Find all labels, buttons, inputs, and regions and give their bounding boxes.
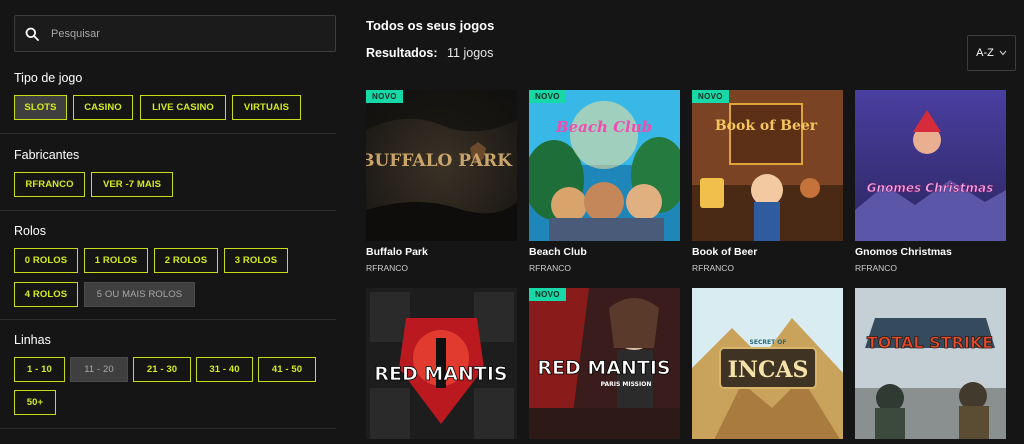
art-text: BUFFALO PARK — [366, 151, 513, 171]
filter-lines-11-20[interactable]: 11 - 20 — [70, 357, 128, 382]
filter-slots[interactable]: SLOTS — [14, 95, 67, 120]
art-text: INCAS — [728, 357, 809, 383]
art-subtext: SECRET OF — [750, 339, 787, 346]
game-thumbnail-book-of-beer[interactable]: Book of Beer NOVO — [692, 90, 843, 241]
chevron-down-icon — [999, 50, 1007, 56]
filter-1-rolos[interactable]: 1 ROLOS — [84, 248, 148, 273]
filter-0-rolos[interactable]: 0 ROLOS — [14, 248, 78, 273]
search-icon — [25, 27, 39, 41]
filter-virtuais[interactable]: VIRTUAIS — [232, 95, 301, 120]
art-text: RED MANTIS — [537, 357, 670, 379]
filter-rfranco[interactable]: RFRANCO — [14, 172, 85, 197]
art-text: TOTAL STRIKE — [867, 333, 993, 352]
reels-title: Rolos — [14, 224, 46, 238]
new-badge: NOVO — [366, 90, 403, 103]
game-title: Gnomos Christmas — [855, 246, 952, 258]
page-title: Todos os seus jogos — [366, 18, 495, 33]
game-thumbnail-secret-of-incas[interactable]: SECRET OF INCAS — [692, 288, 843, 439]
new-badge: NOVO — [692, 90, 729, 103]
filter-lines-41-50[interactable]: 41 - 50 — [258, 357, 316, 382]
search-input[interactable] — [51, 27, 301, 40]
sort-value: A-Z — [976, 47, 994, 59]
results-label: Resultados: — [366, 46, 438, 60]
new-badge: NOVO — [529, 288, 566, 301]
results-count: 11 jogos — [447, 46, 494, 60]
results-summary: Resultados: 11 jogos — [366, 46, 493, 60]
art-text: RED MANTIS — [374, 363, 507, 385]
filter-lines-50-plus[interactable]: 50+ — [14, 390, 56, 415]
filter-2-rolos[interactable]: 2 ROLOS — [154, 248, 218, 273]
art-subtext: PARIS MISSION — [601, 381, 652, 388]
sort-dropdown[interactable]: A-Z — [967, 35, 1016, 71]
game-provider: RFRANCO — [855, 263, 898, 273]
filter-5-ou-mais-rolos[interactable]: 5 OU MAIS ROLOS — [84, 282, 195, 307]
filter-ver-mais[interactable]: VER -7 MAIS — [91, 172, 173, 197]
search-box[interactable] — [14, 15, 336, 52]
divider — [0, 133, 336, 134]
filter-casino[interactable]: CASINO — [73, 95, 133, 120]
filter-lines-1-10[interactable]: 1 - 10 — [14, 357, 65, 382]
game-title: Buffalo Park — [366, 246, 428, 258]
new-badge: NOVO — [529, 90, 566, 103]
game-thumbnail-red-mantis-paris-mission[interactable]: RED MANTIS PARIS MISSION NOVO — [529, 288, 680, 439]
manufacturers-title: Fabricantes — [14, 148, 80, 162]
filters-sidebar: Tipo de jogo SLOTS CASINO LIVE CASINO VI… — [0, 0, 352, 444]
game-thumbnail-red-mantis[interactable]: RED MANTIS — [366, 288, 517, 439]
game-thumbnail-total-strike[interactable]: TOTAL STRIKE — [855, 288, 1006, 439]
lines-title: Linhas — [14, 333, 51, 347]
game-provider: RFRANCO — [692, 263, 735, 273]
filter-4-rolos[interactable]: 4 ROLOS — [14, 282, 78, 307]
divider — [0, 210, 336, 211]
filter-3-rolos[interactable]: 3 ROLOS — [224, 248, 288, 273]
game-provider: RFRANCO — [529, 263, 572, 273]
game-thumbnail-gnomos-christmas[interactable]: Gnomes Christmas — [855, 90, 1006, 241]
filter-live-casino[interactable]: LIVE CASINO — [140, 95, 226, 120]
game-type-title: Tipo de jogo — [14, 71, 83, 85]
game-thumbnail-beach-club[interactable]: Beach Club NOVO — [529, 90, 680, 241]
game-thumbnail-buffalo-park[interactable]: BUFFALO PARK NOVO — [366, 90, 517, 241]
art-text: Gnomes Christmas — [867, 181, 994, 195]
filter-lines-21-30[interactable]: 21 - 30 — [133, 357, 191, 382]
art-text: Book of Beer — [715, 118, 818, 134]
divider — [0, 428, 336, 429]
game-title: Beach Club — [529, 246, 587, 258]
game-title: Book of Beer — [692, 246, 758, 258]
art-text: Beach Club — [555, 118, 652, 136]
divider — [0, 319, 336, 320]
filter-lines-31-40[interactable]: 31 - 40 — [196, 357, 253, 382]
game-provider: RFRANCO — [366, 263, 409, 273]
